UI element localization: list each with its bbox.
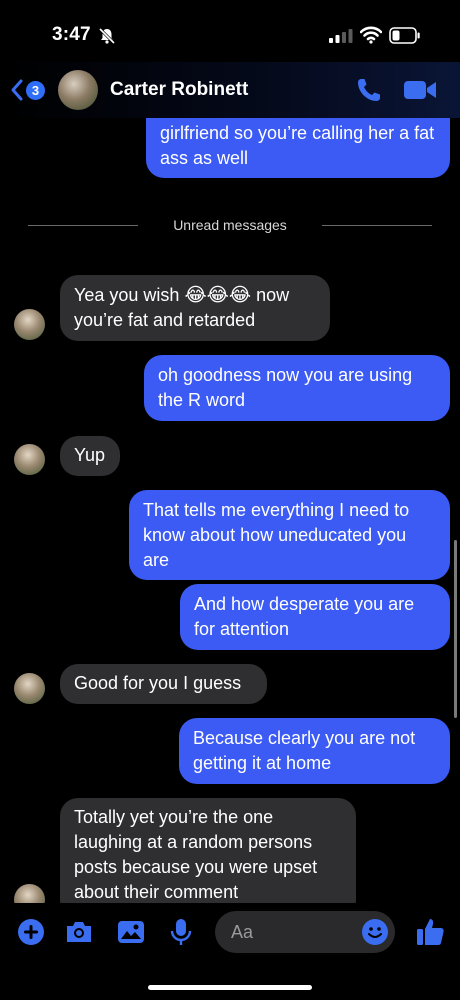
message-text: Totally yet you’re the one laughing at a… (74, 807, 318, 902)
message-bubble-incoming[interactable]: Good for you I guess (60, 664, 267, 704)
laughing-emoji: 😂😂😂 (184, 285, 252, 306)
emoji-icon[interactable] (361, 918, 389, 946)
composer-bar (0, 903, 460, 963)
image-icon[interactable] (116, 917, 146, 947)
message-text-part: you’re fat and retarded (74, 310, 256, 330)
status-time: 3:47 (52, 24, 91, 45)
signal-icon (329, 29, 353, 43)
plus-icon[interactable] (16, 917, 46, 947)
conversation-header: 3 Carter Robinett (0, 62, 460, 118)
wifi-icon (360, 26, 382, 44)
message-text: That tells me everything I need to know … (143, 500, 410, 570)
microphone-icon[interactable] (166, 917, 196, 947)
bell-off-icon (98, 27, 116, 45)
message-text-part: Yea you wish (74, 285, 180, 305)
message-bubble-outgoing[interactable]: oh goodness now you are using the R word (144, 355, 450, 421)
home-indicator[interactable] (148, 985, 312, 990)
video-camera-icon[interactable] (403, 78, 437, 102)
message-text: And how desperate you are for attention (194, 594, 415, 639)
unread-count-badge: 3 (26, 80, 45, 100)
message-text: oh goodness now you are using the R word (158, 365, 413, 410)
message-bubble-outgoing[interactable]: Because clearly you are not getting it a… (179, 718, 450, 784)
message-bubble-incoming[interactable]: Yea you wish 😂😂😂 now you’re fat and reta… (60, 275, 330, 341)
battery-icon (389, 27, 420, 44)
message-bubble-incoming[interactable]: Totally yet you’re the one laughing at a… (60, 798, 356, 903)
message-bubble-outgoing[interactable]: And how desperate you are for attention (180, 584, 450, 650)
message-bubble-incoming[interactable]: Yup (60, 436, 120, 476)
unread-messages-label: Unread messages (173, 217, 287, 233)
back-button[interactable]: 3 (10, 77, 50, 103)
back-chevron-icon (11, 79, 23, 101)
scrollbar[interactable] (454, 540, 457, 718)
message-text: girlfriend so you’re calling her a fat a… (160, 123, 435, 168)
contact-avatar[interactable] (58, 70, 98, 110)
sender-avatar[interactable] (14, 673, 45, 704)
sender-avatar[interactable] (14, 884, 45, 903)
sender-avatar[interactable] (14, 444, 45, 475)
message-text: Good for you I guess (74, 673, 242, 693)
message-bubble-outgoing[interactable]: That tells me everything I need to know … (129, 490, 450, 580)
sender-avatar[interactable] (14, 309, 45, 340)
message-thread[interactable]: girlfriend so you’re calling her a fat a… (0, 118, 460, 903)
message-bubble-outgoing[interactable]: girlfriend so you’re calling her a fat a… (146, 118, 450, 178)
message-text: Yup (74, 445, 106, 465)
contact-name[interactable]: Carter Robinett (110, 79, 248, 101)
thumbs-up-icon[interactable] (414, 916, 446, 948)
status-bar: 3:47 (0, 0, 460, 60)
message-text: Because clearly you are not getting it a… (193, 728, 416, 773)
message-text-part: now (256, 285, 290, 305)
camera-icon[interactable] (64, 917, 94, 947)
phone-icon[interactable] (355, 76, 383, 104)
